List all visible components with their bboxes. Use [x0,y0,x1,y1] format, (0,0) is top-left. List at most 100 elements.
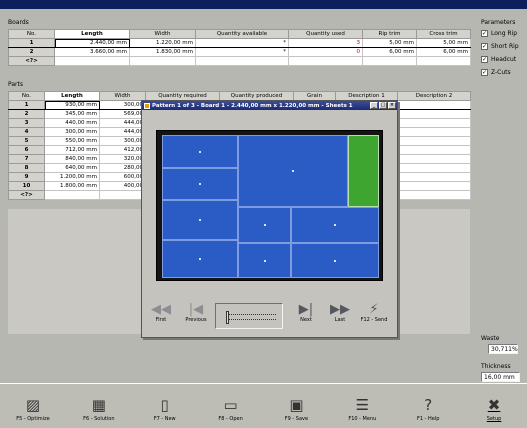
part-length-cell[interactable]: 840,00 mm [44,154,100,164]
pattern-window: Pattern 1 of 3 - Board 1 - 2.440,00 mm x… [141,100,398,338]
row-number[interactable]: 9 [8,172,45,182]
part-length-cell[interactable]: 550,00 mm [44,136,100,146]
next-button[interactable]: ▶| Next [289,303,323,324]
parts-header-description-2[interactable]: Description 2 [397,91,471,101]
boards-header-qty-used[interactable]: Quantity used [288,29,363,39]
parameters-label: Parameters [481,19,516,26]
table-row[interactable]: 1 2.440,00 mm 1.220,00 mm * 3 5,00 mm 5,… [8,38,471,48]
part-length-cell[interactable]: 930,00 mm [44,100,100,110]
first-button[interactable]: ◀◀ First [144,302,178,324]
menu-icon: ☰ [355,396,370,414]
save-button[interactable]: ▣ F9 - Save [264,384,330,428]
pattern-window-titlebar[interactable]: Pattern 1 of 3 - Board 1 - 2.440,00 mm x… [142,101,397,110]
part-width-cell[interactable]: 320,00 [99,154,146,164]
parts-header-length[interactable]: Length [44,91,100,101]
row-number[interactable]: 1 [8,38,55,48]
boards-header-qty-available[interactable]: Quantity available [195,29,289,39]
board-length-cell[interactable]: 3.660,00 mm [54,47,130,57]
save-label: F9 - Save [284,416,309,422]
board-rip-trim-cell[interactable]: 6,00 mm [362,47,417,57]
send-button[interactable]: ⚡ F12 - Send [357,303,391,324]
boards-header-rip-trim[interactable]: Rip trim [362,29,417,39]
minimize-button[interactable]: _ [370,102,378,109]
part-length-cell[interactable]: 300,00 mm [44,127,100,137]
board-qty-available-cell[interactable]: * [195,47,289,57]
panel-piece [162,135,238,168]
app-icon [144,102,150,109]
part-width-cell[interactable]: 412,00 [99,145,146,155]
part-length-cell[interactable]: 345,00 mm [44,109,100,119]
row-number[interactable]: 6 [8,145,45,155]
board-cross-trim-cell[interactable]: 5,00 mm [416,38,471,48]
long-rip-checkbox[interactable]: ✓ Long Rip [481,30,517,37]
long-rip-label: Long Rip [491,30,518,37]
part-length-cell[interactable]: 1.200,00 mm [44,172,100,182]
parts-section-label: Parts [8,81,23,88]
open-button[interactable]: ▭ F8 - Open [198,384,264,428]
part-width-cell[interactable]: 600,00 [99,172,146,182]
row-number[interactable]: 5 [8,136,45,146]
row-number[interactable]: 1 [8,100,45,110]
new-row-marker[interactable]: <?> [8,190,45,200]
new-document-icon: ▯ [160,396,169,414]
row-number[interactable]: 4 [8,127,45,137]
slider-thumb[interactable] [226,311,229,324]
board-width-cell[interactable]: 1.220,00 mm [129,38,196,48]
part-width-cell[interactable]: 444,00 [99,127,146,137]
row-number[interactable]: 8 [8,163,45,173]
pattern-slider[interactable] [215,303,283,329]
z-cuts-label: Z-Cuts [491,69,511,76]
first-icon: ◀◀ [151,302,171,317]
optimize-icon: ▨ [25,396,41,414]
setup-button[interactable]: ✖ Setup [461,384,527,428]
optimize-button[interactable]: ▨ F5 - Optimize [0,384,66,428]
boards-table: No. Length Width Quantity available Quan… [8,29,471,66]
boards-header-cross-trim[interactable]: Cross trim [416,29,471,39]
panel-piece [238,207,291,243]
maximize-button[interactable]: □ [379,102,387,109]
part-width-cell[interactable]: 300,00 [99,100,146,110]
parts-header-no[interactable]: No. [8,91,45,101]
close-button[interactable]: × [388,102,396,109]
part-length-cell[interactable]: 712,00 mm [44,145,100,155]
boards-header-width[interactable]: Width [129,29,196,39]
new-button[interactable]: ▯ F7 - New [132,384,198,428]
short-rip-checkbox[interactable]: ✓ Short Rip [481,43,519,50]
row-number[interactable]: 3 [8,118,45,128]
part-width-cell[interactable]: 400,00 [99,181,146,191]
send-label: F12 - Send [360,317,388,323]
previous-button[interactable]: |◀ Previous [179,303,213,324]
row-number[interactable]: 10 [8,181,45,191]
help-button[interactable]: ? F1 - Help [395,384,461,428]
table-row-new[interactable]: <?> [8,56,471,66]
table-row[interactable]: 2 3.660,00 mm 1.830,00 mm * 0 6,00 mm 6,… [8,47,471,57]
part-width-cell[interactable]: 444,00 [99,118,146,128]
board-width-cell[interactable]: 1.830,00 mm [129,47,196,57]
boards-header-no[interactable]: No. [8,29,55,39]
part-length-cell[interactable]: 1.800,00 mm [44,181,100,191]
z-cuts-checkbox[interactable]: ✓ Z-Cuts [481,69,511,76]
folder-open-icon: ▭ [223,396,238,414]
parts-header-width[interactable]: Width [99,91,146,101]
part-width-cell[interactable]: 280,00 [99,163,146,173]
thickness-input[interactable]: 16,00 mm [481,372,520,382]
part-length-cell[interactable]: 440,00 mm [44,118,100,128]
board-qty-used-cell: 0 [288,47,363,57]
board-qty-available-cell[interactable]: * [195,38,289,48]
row-number[interactable]: 7 [8,154,45,164]
board-cross-trim-cell[interactable]: 6,00 mm [416,47,471,57]
board-length-cell[interactable]: 2.440,00 mm [54,38,130,48]
check-icon: ✓ [481,43,488,50]
boards-header-length[interactable]: Length [54,29,130,39]
board-rip-trim-cell[interactable]: 5,00 mm [362,38,417,48]
row-number[interactable]: 2 [8,47,55,57]
headcut-checkbox[interactable]: ✓ Headcut [481,56,516,63]
menu-button[interactable]: ☰ F10 - Menu [329,384,395,428]
part-width-cell[interactable]: 569,00 [99,109,146,119]
new-row-marker[interactable]: <?> [8,56,55,66]
last-button[interactable]: ▶▶ Last [323,303,357,324]
part-width-cell[interactable]: 300,00 [99,136,146,146]
part-length-cell[interactable]: 640,00 mm [44,163,100,173]
solution-button[interactable]: ▦ F6 - Solution [66,384,132,428]
row-number[interactable]: 2 [8,109,45,119]
